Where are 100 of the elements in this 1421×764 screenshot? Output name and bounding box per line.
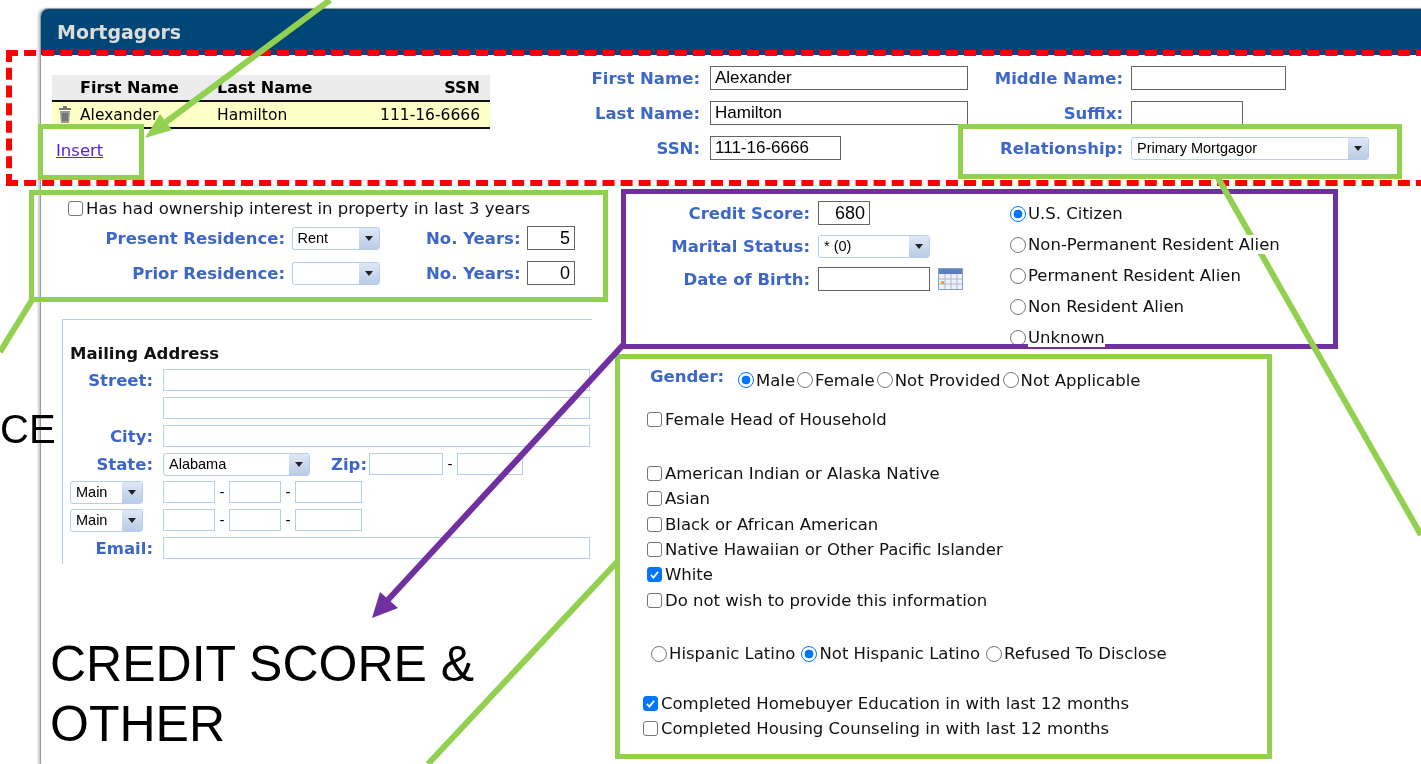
radio-label: Not Hispanic Latino bbox=[819, 644, 981, 664]
field-label: Suffix: bbox=[1062, 103, 1123, 123]
text-field[interactable]: 111-16-6666 bbox=[710, 136, 841, 160]
checkbox-label: Asian bbox=[665, 489, 711, 509]
residence-select[interactable]: Rent bbox=[291, 226, 380, 250]
field-label: SSN: bbox=[655, 138, 700, 158]
caret-icon bbox=[295, 461, 303, 467]
separator: - bbox=[284, 484, 292, 500]
radio-button[interactable] bbox=[1010, 298, 1026, 315]
panel-title: Mortgagors bbox=[41, 9, 1421, 55]
phone-field[interactable] bbox=[163, 509, 215, 531]
phone-type-select[interactable]: Main bbox=[70, 508, 143, 532]
checkbox-label: Black or African American bbox=[665, 514, 879, 534]
section-heading: Mailing Address bbox=[70, 344, 221, 364]
caret-icon bbox=[364, 235, 373, 241]
field-label: Date of Birth: bbox=[682, 269, 810, 289]
radio-button[interactable] bbox=[797, 372, 814, 388]
caret-icon bbox=[128, 517, 136, 523]
years-field[interactable]: 0 bbox=[527, 261, 575, 285]
calendar-icon[interactable] bbox=[938, 268, 963, 290]
field-label: City: bbox=[109, 426, 153, 446]
checkbox[interactable] bbox=[647, 542, 662, 558]
checkbox[interactable] bbox=[68, 200, 83, 216]
radio-label: Refused To Disclose bbox=[1004, 644, 1167, 664]
radio-button[interactable] bbox=[801, 645, 818, 662]
field-label: First Name: bbox=[590, 68, 700, 88]
radio-label: Not Provided bbox=[894, 370, 1001, 390]
checkbox-label: American Indian or Alaska Native bbox=[665, 464, 940, 484]
checkbox[interactable] bbox=[647, 567, 662, 583]
checkmark-icon bbox=[645, 697, 656, 709]
radio-button[interactable] bbox=[876, 372, 893, 388]
phone-field[interactable] bbox=[295, 509, 362, 531]
field-label: Marital Status: bbox=[670, 236, 810, 256]
credit-score-field[interactable]: 680 bbox=[818, 201, 870, 225]
field-label: Prior Residence: bbox=[131, 263, 285, 283]
radio-label: Non-Permanent Resident Alien bbox=[1028, 235, 1280, 254]
annotation-label: CE bbox=[0, 406, 56, 453]
marital-status-select[interactable]: * (0) bbox=[818, 234, 930, 258]
checkbox[interactable] bbox=[647, 466, 662, 482]
separator: - bbox=[218, 484, 226, 500]
radio-label: Unknown bbox=[1028, 328, 1105, 347]
phone-field[interactable] bbox=[163, 481, 215, 503]
field-label: Street: bbox=[87, 370, 153, 390]
annotation-label: CREDIT SCORE & OTHER bbox=[50, 635, 476, 754]
separator: - bbox=[446, 456, 454, 472]
field-label: Gender: bbox=[650, 367, 726, 386]
phone-field[interactable] bbox=[229, 481, 281, 503]
checkbox-label: Completed Homebuyer Education in with last 12 months bbox=[661, 693, 1130, 713]
state-select[interactable]: Alabama bbox=[163, 452, 310, 476]
trash-icon[interactable] bbox=[58, 106, 72, 123]
radio-button[interactable] bbox=[1010, 236, 1026, 253]
checkbox-label: Native Hawaiian or Other Pacific Islander bbox=[665, 540, 1003, 560]
text-field[interactable] bbox=[1131, 66, 1286, 90]
checkbox-label: White bbox=[665, 565, 713, 585]
field-label: Email: bbox=[94, 538, 153, 558]
checkbox[interactable] bbox=[647, 411, 662, 427]
table-cell-text: Hamilton bbox=[217, 105, 289, 124]
text-field[interactable] bbox=[1131, 101, 1243, 125]
zip-field[interactable] bbox=[369, 453, 443, 475]
radio-label: Not Applicable bbox=[1020, 370, 1141, 390]
caret-icon bbox=[1354, 145, 1362, 151]
phone-type-select[interactable]: Main bbox=[70, 480, 143, 504]
checkbox[interactable] bbox=[647, 491, 662, 507]
years-field[interactable]: 5 bbox=[527, 226, 575, 250]
radio-button[interactable] bbox=[1002, 372, 1019, 388]
separator: - bbox=[218, 512, 226, 528]
caret-icon bbox=[128, 489, 136, 495]
field-label: Relationship: bbox=[999, 138, 1123, 158]
radio-button[interactable] bbox=[1010, 267, 1026, 284]
radio-button[interactable] bbox=[1010, 329, 1026, 346]
checkbox-label: Do not wish to provide this information bbox=[665, 590, 988, 610]
field-label: Zip: bbox=[329, 454, 367, 474]
table-row[interactable]: Alexander Hamilton 111-16-6666 bbox=[52, 102, 490, 129]
caret-icon bbox=[364, 270, 373, 276]
checkbox[interactable] bbox=[647, 516, 662, 532]
field-label: Middle Name: bbox=[993, 68, 1123, 88]
table-cell-text: Alexander bbox=[80, 105, 160, 124]
relationship-select[interactable]: Primary Mortgagor bbox=[1131, 136, 1369, 160]
field-label: Credit Score: bbox=[687, 203, 810, 223]
checkbox-label: Has had ownership interest in property in last 3 years bbox=[86, 198, 531, 218]
checkbox[interactable] bbox=[643, 720, 658, 736]
field-label: Last Name: bbox=[593, 103, 700, 123]
checkmark-icon bbox=[649, 569, 660, 581]
radio-button[interactable] bbox=[651, 645, 667, 662]
text-field[interactable]: Hamilton bbox=[710, 101, 968, 125]
checkbox[interactable] bbox=[643, 695, 658, 711]
text-field[interactable]: Alexander bbox=[710, 66, 968, 90]
field-label: No. Years: bbox=[425, 228, 521, 248]
radio-button[interactable] bbox=[738, 372, 754, 388]
radio-button[interactable] bbox=[986, 645, 1003, 662]
checkbox-label: Completed Housing Counseling in with last 12 months bbox=[661, 718, 1110, 738]
caret-icon bbox=[915, 243, 923, 249]
checkbox[interactable] bbox=[647, 592, 662, 608]
radio-button[interactable] bbox=[1010, 205, 1026, 222]
column-header: First Name bbox=[80, 78, 180, 97]
phone-field[interactable] bbox=[295, 481, 362, 503]
column-header: SSN bbox=[443, 78, 481, 97]
phone-field[interactable] bbox=[229, 509, 281, 531]
insert-link[interactable]: Insert bbox=[56, 139, 104, 163]
date-field[interactable] bbox=[818, 267, 930, 291]
